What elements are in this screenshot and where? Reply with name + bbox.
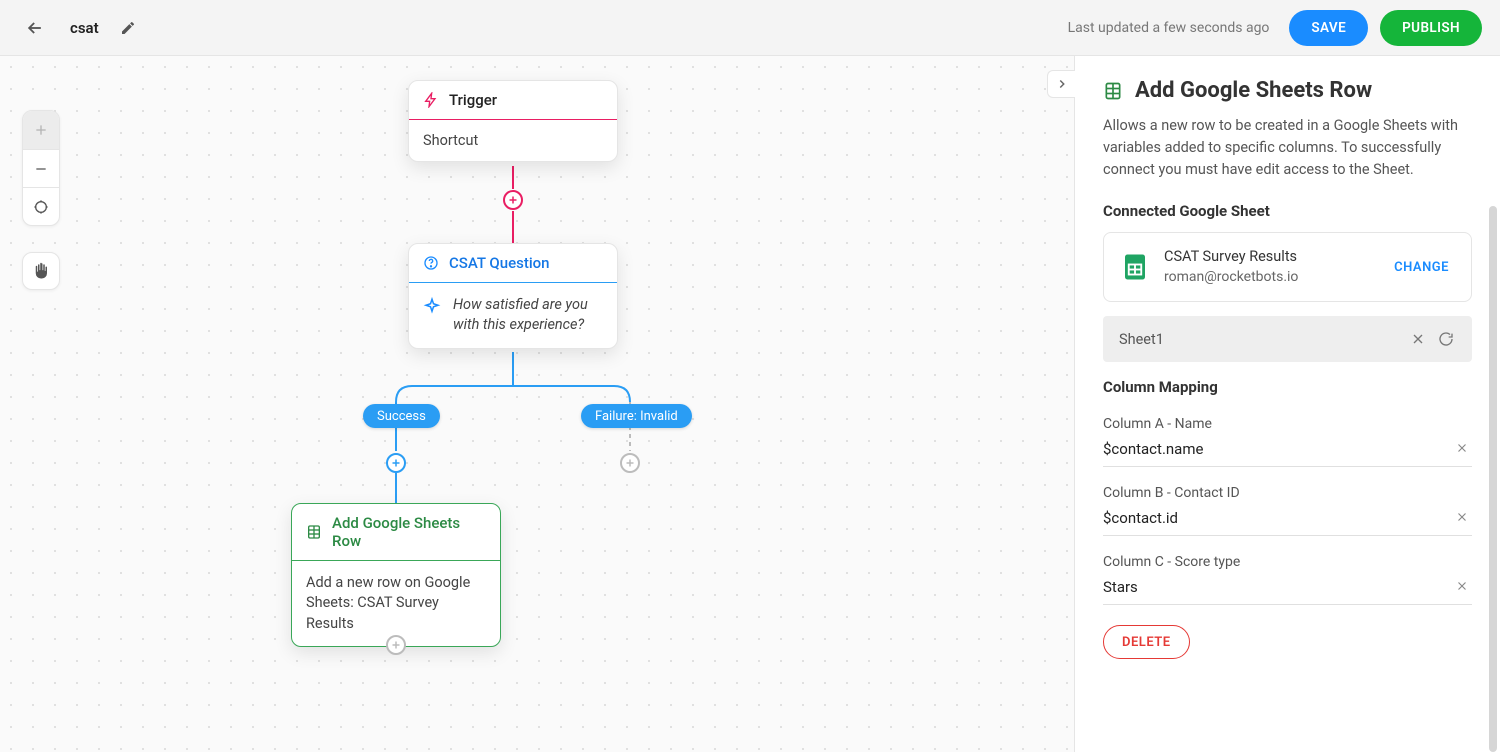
- canvas[interactable]: Trigger Shortcut CSAT Question How satis…: [0, 56, 1074, 752]
- node-body: Shortcut: [409, 120, 617, 161]
- pan-tool-button[interactable]: [22, 252, 60, 290]
- node-csat-question[interactable]: CSAT Question How satisfied are you with…: [408, 243, 618, 349]
- side-panel: Add Google Sheets Row Allows a new row t…: [1074, 56, 1500, 752]
- sparkle-icon: [423, 297, 441, 315]
- node-body: How satisfied are you with this experien…: [453, 295, 603, 336]
- column-mapping-field[interactable]: Column C - Score type Stars: [1103, 546, 1472, 605]
- clear-icon[interactable]: [1452, 576, 1472, 596]
- sheet-selected-value: Sheet1: [1119, 331, 1164, 348]
- add-step-button[interactable]: [386, 635, 406, 655]
- field-value: $contact.name: [1103, 440, 1472, 458]
- zoom-out-button[interactable]: [23, 149, 59, 187]
- column-mapping-field[interactable]: Column B - Contact ID $contact.id: [1103, 477, 1472, 536]
- google-sheets-icon: [1120, 252, 1150, 282]
- panel-title-text: Add Google Sheets Row: [1135, 78, 1372, 103]
- connected-sheet-card: CSAT Survey Results roman@rocketbots.io …: [1103, 232, 1472, 302]
- add-step-button[interactable]: [620, 453, 640, 473]
- publish-button[interactable]: PUBLISH: [1380, 10, 1482, 46]
- refresh-icon[interactable]: [1432, 325, 1460, 353]
- zoom-controls: [22, 110, 60, 226]
- add-step-button[interactable]: [386, 453, 406, 473]
- panel-title: Add Google Sheets Row: [1103, 78, 1472, 103]
- field-value: $contact.id: [1103, 509, 1472, 527]
- connected-sheet-email: roman@rocketbots.io: [1164, 268, 1374, 288]
- zoom-in-button[interactable]: [23, 111, 59, 149]
- field-value: Stars: [1103, 578, 1472, 596]
- node-title: Trigger: [449, 91, 497, 109]
- recenter-button[interactable]: [23, 187, 59, 225]
- branch-failure[interactable]: Failure: Invalid: [581, 404, 692, 428]
- clear-icon[interactable]: [1452, 507, 1472, 527]
- collapse-panel-button[interactable]: [1047, 70, 1075, 98]
- node-title: CSAT Question: [449, 254, 550, 272]
- change-sheet-button[interactable]: CHANGE: [1388, 259, 1455, 276]
- connected-sheet-label: Connected Google Sheet: [1103, 202, 1472, 220]
- sheets-icon: [1103, 81, 1123, 101]
- column-mapping-label: Column Mapping: [1103, 378, 1472, 396]
- question-icon: [423, 255, 439, 271]
- node-google-sheets[interactable]: Add Google Sheets Row Add a new row on G…: [291, 503, 501, 647]
- field-label: Column A - Name: [1103, 416, 1472, 432]
- delete-button[interactable]: DELETE: [1103, 625, 1190, 659]
- column-mapping-field[interactable]: Column A - Name $contact.name: [1103, 408, 1472, 467]
- workflow-title: csat: [70, 19, 99, 37]
- last-updated: Last updated a few seconds ago: [1068, 20, 1270, 36]
- node-trigger[interactable]: Trigger Shortcut: [408, 80, 618, 162]
- pencil-icon[interactable]: [113, 13, 143, 43]
- field-label: Column C - Score type: [1103, 554, 1472, 570]
- back-button[interactable]: [18, 11, 52, 45]
- save-button[interactable]: SAVE: [1289, 10, 1368, 46]
- sheet-select[interactable]: Sheet1: [1103, 316, 1472, 362]
- connected-sheet-name: CSAT Survey Results: [1164, 247, 1374, 267]
- add-step-button[interactable]: [503, 190, 523, 210]
- app-header: csat Last updated a few seconds ago SAVE…: [0, 0, 1500, 56]
- sheets-icon: [306, 524, 322, 540]
- field-label: Column B - Contact ID: [1103, 485, 1472, 501]
- node-title: Add Google Sheets Row: [332, 514, 486, 550]
- clear-icon[interactable]: [1404, 325, 1432, 353]
- node-body: Add a new row on Google Sheets: CSAT Sur…: [292, 561, 500, 646]
- branch-success[interactable]: Success: [363, 404, 440, 428]
- bolt-icon: [423, 92, 439, 108]
- clear-icon[interactable]: [1452, 438, 1472, 458]
- panel-description: Allows a new row to be created in a Goog…: [1103, 115, 1472, 180]
